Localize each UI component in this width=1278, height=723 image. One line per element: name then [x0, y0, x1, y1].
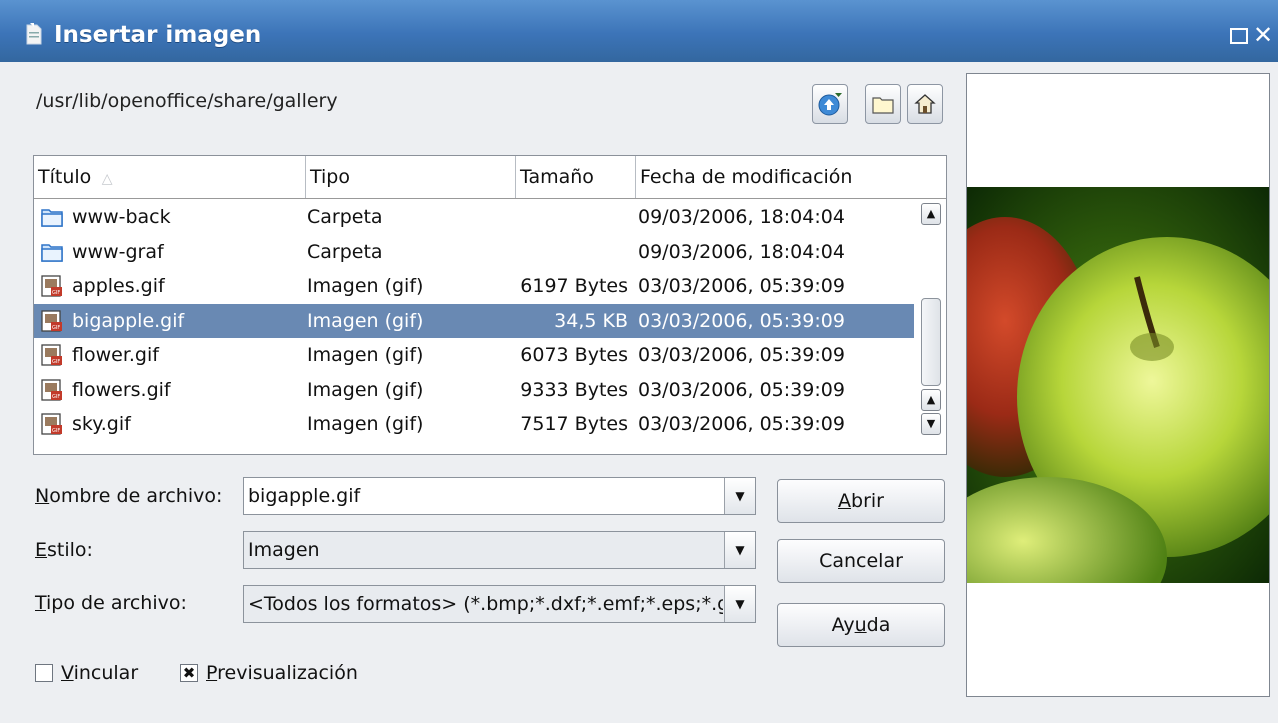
file-list-header: Título △ Tipo Tamaño Fecha de modificaci…	[34, 156, 946, 199]
help-button[interactable]: Ayuda	[777, 603, 945, 647]
filename-combobox[interactable]: bigapple.gif ▼	[243, 477, 756, 515]
file-type: Imagen (gif)	[307, 309, 424, 332]
file-type: Imagen (gif)	[307, 344, 424, 366]
gif-file-icon: GIF	[40, 274, 64, 298]
file-row[interactable]: GIF apples.gif Imagen (gif) 6197 Bytes 03/03…	[34, 269, 914, 304]
home-button[interactable]	[907, 84, 943, 124]
maximize-button[interactable]	[1230, 28, 1248, 44]
folder-icon	[40, 240, 64, 264]
file-date: 03/03/2006, 05:39:09	[638, 309, 845, 332]
new-folder-button[interactable]	[865, 84, 901, 124]
file-type: Imagen (gif)	[307, 413, 424, 435]
up-level-icon	[818, 93, 842, 116]
apple-preview-image	[967, 187, 1269, 583]
link-checkbox[interactable]	[35, 664, 53, 682]
scrollbar-thumb[interactable]	[921, 298, 941, 386]
file-date: 03/03/2006, 05:39:09	[638, 344, 845, 366]
file-row[interactable]: GIF flowers.gif Imagen (gif) 9333 Bytes 03/0…	[34, 373, 914, 408]
new-folder-icon	[872, 97, 894, 114]
home-icon	[914, 94, 936, 114]
style-value: Imagen	[248, 539, 320, 561]
close-button[interactable]: ✕	[1252, 23, 1274, 47]
file-size: 6197 Bytes	[520, 275, 628, 297]
file-date: 09/03/2006, 18:04:04	[638, 240, 845, 263]
file-rows: www-back Carpeta 09/03/2006, 18:04:04 www-g…	[34, 200, 914, 442]
file-date: 03/03/2006, 05:39:09	[638, 275, 845, 297]
file-type: Imagen (gif)	[307, 378, 424, 401]
file-type: Imagen (gif)	[307, 275, 424, 297]
style-label: Estilo:	[35, 539, 93, 561]
preview-checkbox[interactable]: ✖	[180, 664, 198, 682]
file-name: www-back	[72, 206, 171, 228]
svg-text:GIF: GIF	[52, 428, 60, 434]
filetype-select[interactable]: <Todos los formatos> (*.bmp;*.dxf;*.emf;…	[243, 585, 756, 623]
style-dropdown-icon[interactable]: ▼	[724, 532, 755, 568]
link-label[interactable]: Vincular	[61, 662, 138, 684]
title-bar[interactable]: Insertar imagen ✕	[0, 0, 1278, 62]
gif-file-icon: GIF	[40, 343, 64, 367]
filetype-value: <Todos los formatos> (*.bmp;*.dxf;*.emf;…	[248, 593, 723, 615]
file-size: 34,5 KB	[554, 309, 628, 332]
svg-text:GIF: GIF	[52, 359, 60, 365]
file-row[interactable]: www-graf Carpeta 09/03/2006, 18:04:04	[34, 235, 914, 270]
file-list[interactable]: Título △ Tipo Tamaño Fecha de modificaci…	[33, 155, 947, 455]
filename-label: Nombre de archivo:	[35, 485, 223, 507]
scroll-up-button-lower[interactable]: ▲	[921, 389, 941, 411]
file-name: flower.gif	[72, 344, 159, 366]
file-type: Carpeta	[307, 206, 383, 228]
filetype-label: Tipo de archivo:	[35, 592, 187, 614]
file-row[interactable]: GIF flower.gif Imagen (gif) 6073 Bytes 03/03…	[34, 338, 914, 373]
file-type: Carpeta	[307, 240, 383, 263]
filetype-dropdown-icon[interactable]: ▼	[724, 586, 755, 622]
open-button[interactable]: Abrir	[777, 479, 945, 523]
file-row[interactable]: www-back Carpeta 09/03/2006, 18:04:04	[34, 200, 914, 235]
file-name: flowers.gif	[72, 378, 171, 401]
gif-file-icon: GIF	[40, 378, 64, 402]
document-icon	[26, 23, 42, 45]
cancel-button[interactable]: Cancelar	[777, 539, 945, 583]
svg-text:GIF: GIF	[52, 325, 60, 331]
window-title: Insertar imagen	[54, 22, 262, 48]
file-date: 09/03/2006, 18:04:04	[638, 206, 845, 228]
style-select[interactable]: Imagen ▼	[243, 531, 756, 569]
scroll-up-button[interactable]: ▲	[921, 203, 941, 225]
file-size: 6073 Bytes	[520, 344, 628, 366]
column-header-type[interactable]: Tipo	[306, 156, 516, 198]
up-level-button[interactable]	[812, 84, 848, 124]
file-size: 7517 Bytes	[520, 413, 628, 435]
file-name: www-graf	[72, 240, 164, 263]
file-date: 03/03/2006, 05:39:09	[638, 378, 845, 401]
column-header-size[interactable]: Tamaño	[516, 156, 636, 198]
preview-label[interactable]: Previsualización	[206, 662, 358, 684]
image-preview	[966, 73, 1270, 697]
filename-input[interactable]: bigapple.gif	[248, 478, 723, 514]
file-name: bigapple.gif	[72, 309, 185, 332]
file-date: 03/03/2006, 05:39:09	[638, 413, 845, 435]
file-name: sky.gif	[72, 413, 131, 435]
filename-dropdown-icon[interactable]: ▼	[724, 478, 755, 514]
file-row[interactable]: GIF bigapple.gif Imagen (gif) 34,5 KB 03/03/…	[34, 303, 914, 338]
gif-file-icon: GIF	[40, 309, 64, 333]
insert-image-dialog: Insertar imagen ✕ /usr/lib/openoffice/sh…	[0, 0, 1278, 723]
scroll-down-button[interactable]: ▼	[921, 413, 941, 435]
svg-text:GIF: GIF	[52, 290, 60, 296]
column-title-label: Título	[38, 166, 92, 188]
file-name: apples.gif	[72, 275, 165, 297]
sort-ascending-icon: △	[97, 171, 113, 187]
folder-icon	[40, 205, 64, 229]
column-header-title[interactable]: Título △	[34, 156, 306, 198]
gif-file-icon: GIF	[40, 412, 64, 436]
svg-text:GIF: GIF	[52, 394, 60, 400]
current-path: /usr/lib/openoffice/share/gallery	[36, 90, 338, 112]
file-row[interactable]: GIF sky.gif Imagen (gif) 7517 Bytes 03/03/20…	[34, 407, 914, 442]
column-header-date[interactable]: Fecha de modificación	[636, 156, 946, 198]
file-size: 9333 Bytes	[520, 378, 628, 401]
